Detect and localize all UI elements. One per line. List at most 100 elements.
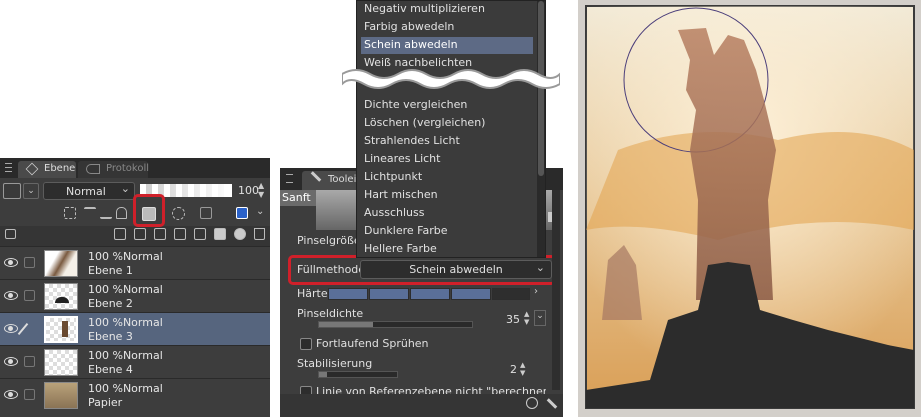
continuous-spray-checkbox[interactable] (300, 338, 312, 350)
hardness-step[interactable] (492, 288, 530, 300)
dropdown-item[interactable]: Hart mischen (357, 187, 535, 204)
trash-icon[interactable] (254, 228, 265, 240)
dropdown-scrollbar[interactable] (537, 1, 545, 257)
layer-name: Ebene 1 (88, 264, 133, 277)
transfer-layer-icon[interactable] (174, 228, 186, 240)
brush-density-label: Pinseldichte (297, 307, 364, 320)
stabilization-slider[interactable] (318, 371, 398, 378)
tool-panel-scrollbar[interactable] (552, 190, 560, 390)
wrench-icon (310, 171, 322, 182)
eye-icon[interactable] (4, 390, 18, 399)
opacity-value: 100 (238, 184, 259, 197)
hardness-step[interactable] (328, 288, 368, 300)
dropdown-item[interactable]: Farbig abwedeln (357, 19, 535, 36)
lock-layer-icon[interactable] (116, 207, 127, 219)
layer-row[interactable]: 100 %Normal Ebene 2 (0, 279, 270, 312)
chevron-down-icon[interactable]: ⌄ (256, 206, 264, 217)
chevron-down-icon: ⌄ (120, 182, 130, 195)
dropdown-item[interactable]: Strahlendes Licht (357, 133, 535, 150)
dropdown-item[interactable]: Lichtpunkt (357, 169, 535, 186)
dropdown-item[interactable]: Löschen (vergleichen) (357, 115, 535, 132)
layer-thumbnail (44, 349, 78, 376)
layer-checkbox[interactable] (24, 356, 35, 367)
hardness-step[interactable] (410, 288, 450, 300)
stabilization-stepper[interactable]: ▲ ▼ (520, 361, 525, 377)
tab-layer-label: Ebene (44, 163, 76, 174)
canvas-painting[interactable] (578, 0, 921, 417)
layer-row-selected[interactable]: 100 %Normal Ebene 3 (0, 312, 270, 345)
tab-tool-property[interactable]: Toolei (302, 171, 364, 190)
dropdown-item-selected[interactable]: Schein abwedeln (361, 37, 533, 54)
eye-icon[interactable] (4, 258, 18, 267)
layer-name: Ebene 2 (88, 297, 133, 310)
density-stepper[interactable]: ▲ ▼ (524, 310, 529, 326)
layer-row[interactable]: 100 %Normal Ebene 4 (0, 345, 270, 378)
eye-icon[interactable] (4, 291, 18, 300)
chevron-right-icon[interactable]: › (534, 286, 538, 297)
history-icon (86, 164, 100, 174)
new-raster-layer-icon[interactable] (114, 228, 126, 240)
dropdown-item[interactable]: Lineares Licht (357, 151, 535, 168)
brush-size-label: Pinselgröße (297, 234, 361, 247)
layer-checkbox[interactable] (24, 389, 35, 400)
stabilization-label: Stabilisierung (297, 357, 373, 370)
tab-history-label: Protokoll (106, 163, 150, 174)
tab-history[interactable]: Protokoll (78, 161, 150, 178)
density-toggle[interactable]: ⌄ (534, 310, 546, 326)
new-vector-layer-icon[interactable] (134, 228, 146, 240)
tab-tool-label: Toolei (328, 174, 357, 185)
opacity-stepper[interactable]: ▲ ▼ (258, 181, 264, 199)
hardness-step[interactable] (451, 288, 491, 300)
reset-icon[interactable] (526, 397, 538, 409)
layer-opacity-mode: 100 %Normal (88, 316, 163, 329)
mask-icon[interactable] (234, 228, 246, 240)
dropdown-item[interactable]: Hellere Farbe (357, 241, 535, 257)
layer-opacity-mode: 100 %Normal (88, 349, 163, 362)
tab-layer[interactable]: Ebene (18, 161, 76, 178)
palette-icon[interactable] (200, 207, 212, 219)
layer-checkbox[interactable] (24, 290, 35, 301)
layer-checkbox[interactable] (24, 257, 35, 268)
layer-color-icon[interactable] (236, 207, 248, 219)
reference-label: Linie von Referenzebene nicht "berechnen… (316, 385, 546, 394)
hardness-label: Härte (297, 287, 328, 300)
layer-thumbnail (44, 250, 78, 277)
combine-layer-icon[interactable] (194, 228, 206, 240)
layer-thumbnail-shape (55, 297, 69, 303)
clip-lower-layer-icon[interactable] (64, 207, 76, 219)
mask-layer-icon[interactable] (172, 207, 185, 220)
brush-preset-label: Sanft (280, 190, 316, 206)
layer-panel-menu-icon[interactable] (5, 229, 16, 239)
layer-color-swatch[interactable] (3, 183, 21, 199)
merge-down-icon[interactable] (214, 228, 226, 240)
swatch-dropdown-button[interactable]: ⌄ (23, 183, 39, 199)
layer-name: Ebene 3 (88, 330, 133, 343)
layer-name: Ebene 4 (88, 363, 133, 376)
layer-panel: Ebene Protokoll ⌄ Normal ⌄ 100 ▲ ▼ ⌄ 100… (0, 158, 270, 417)
dropdown-item[interactable]: Dunklere Farbe (357, 223, 535, 240)
highlight-lock-transparent (133, 194, 165, 227)
eye-icon[interactable] (4, 324, 18, 333)
layer-row[interactable]: 100 %Normal Papier (0, 378, 270, 411)
tool-panel-bottom-bar (280, 394, 563, 417)
panel-menu-icon[interactable] (5, 163, 12, 172)
layer-row[interactable]: 100 %Normal Ebene 1 (0, 246, 270, 279)
pen-icon (17, 322, 29, 336)
draft-layer-icon[interactable] (100, 207, 112, 219)
layer-thumbnail-shape (62, 321, 68, 337)
reference-layer-icon[interactable] (84, 207, 96, 219)
dropdown-item[interactable]: Dichte vergleichen (357, 97, 535, 114)
blend-mode-select[interactable]: Normal ⌄ (43, 182, 135, 200)
panel-menu-icon[interactable] (286, 174, 293, 183)
eye-icon[interactable] (4, 357, 18, 366)
new-folder-icon[interactable] (154, 228, 166, 240)
dropdown-item[interactable]: Negativ multiplizieren (357, 1, 535, 18)
hardness-step[interactable] (369, 288, 409, 300)
layer-opacity-mode: 100 %Normal (88, 382, 163, 395)
dropdown-item[interactable]: Ausschluss (357, 205, 535, 222)
brush-density-slider[interactable] (318, 321, 473, 328)
fill-mode-select[interactable]: Schein abwedeln ⌄ (360, 260, 552, 279)
layer-opacity-mode: 100 %Normal (88, 250, 163, 263)
fill-mode-label: Füllmethode (297, 263, 366, 276)
layer-opacity-mode: 100 %Normal (88, 283, 163, 296)
